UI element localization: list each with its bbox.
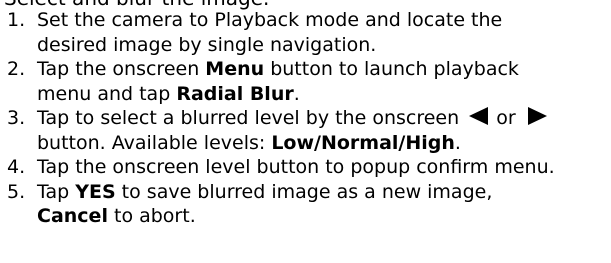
right-arrow-icon [527,107,547,125]
step-line: desired image by single navigation. [37,33,611,58]
step-line: Set the camera to Playback mode and loca… [37,8,611,33]
step-text: or [490,107,522,129]
step-5: 5. Tap YES to save blurred image as a ne… [0,180,611,229]
step-2: 2. Tap the onscreen Menu button to launc… [0,57,611,106]
step-3: 3. Tap to select a blurred level by the … [0,106,611,155]
step-text: menu and tap [37,82,177,105]
step-number: 5. [7,180,26,203]
step-line: Tap to select a blurred level by the ons… [37,106,611,131]
step-text: . [454,131,461,154]
step-text: Tap [37,180,76,203]
levels-label: Low/Normal/High [271,131,455,154]
step-text: . [293,82,300,105]
step-4: 4. Tap the onscreen level button to popu… [0,155,611,180]
step-number: 4. [7,156,26,178]
step-line: Tap the onscreen Menu button to launch p… [37,57,611,82]
cancel-label: Cancel [37,205,108,227]
step-text: button to launch playback [264,58,519,80]
yes-label: YES [75,180,116,203]
step-number: 3. [7,107,26,129]
instruction-steps: 1. Set the camera to Playback mode and l… [0,8,611,229]
menu-button-label: Menu [205,58,265,80]
step-text: Set the camera to Playback mode and loca… [37,9,503,31]
step-text: to abort. [107,205,196,227]
radial-blur-label: Radial Blur [176,82,294,105]
step-text: button. Available levels: [37,131,272,154]
step-number: 2. [7,58,26,80]
step-text: desired image by single navigation. [37,33,377,56]
step-text: to save blurred image as a new image, [115,180,493,203]
step-line: button. Available levels: Low/Normal/Hig… [37,131,611,156]
step-line: Cancel to abort. [37,204,611,229]
step-1: 1. Set the camera to Playback mode and l… [0,8,611,57]
step-text: Tap to select a blurred level by the ons… [37,107,466,129]
step-number: 1. [7,9,26,31]
step-line: Tap the onscreen level button to popup c… [37,155,611,180]
step-text: Tap the onscreen [37,58,206,80]
step-text: Tap the onscreen level button to popup c… [37,156,555,178]
step-line: menu and tap Radial Blur. [37,82,611,107]
step-line: Tap YES to save blurred image as a new i… [37,180,611,205]
left-arrow-icon [469,107,489,125]
